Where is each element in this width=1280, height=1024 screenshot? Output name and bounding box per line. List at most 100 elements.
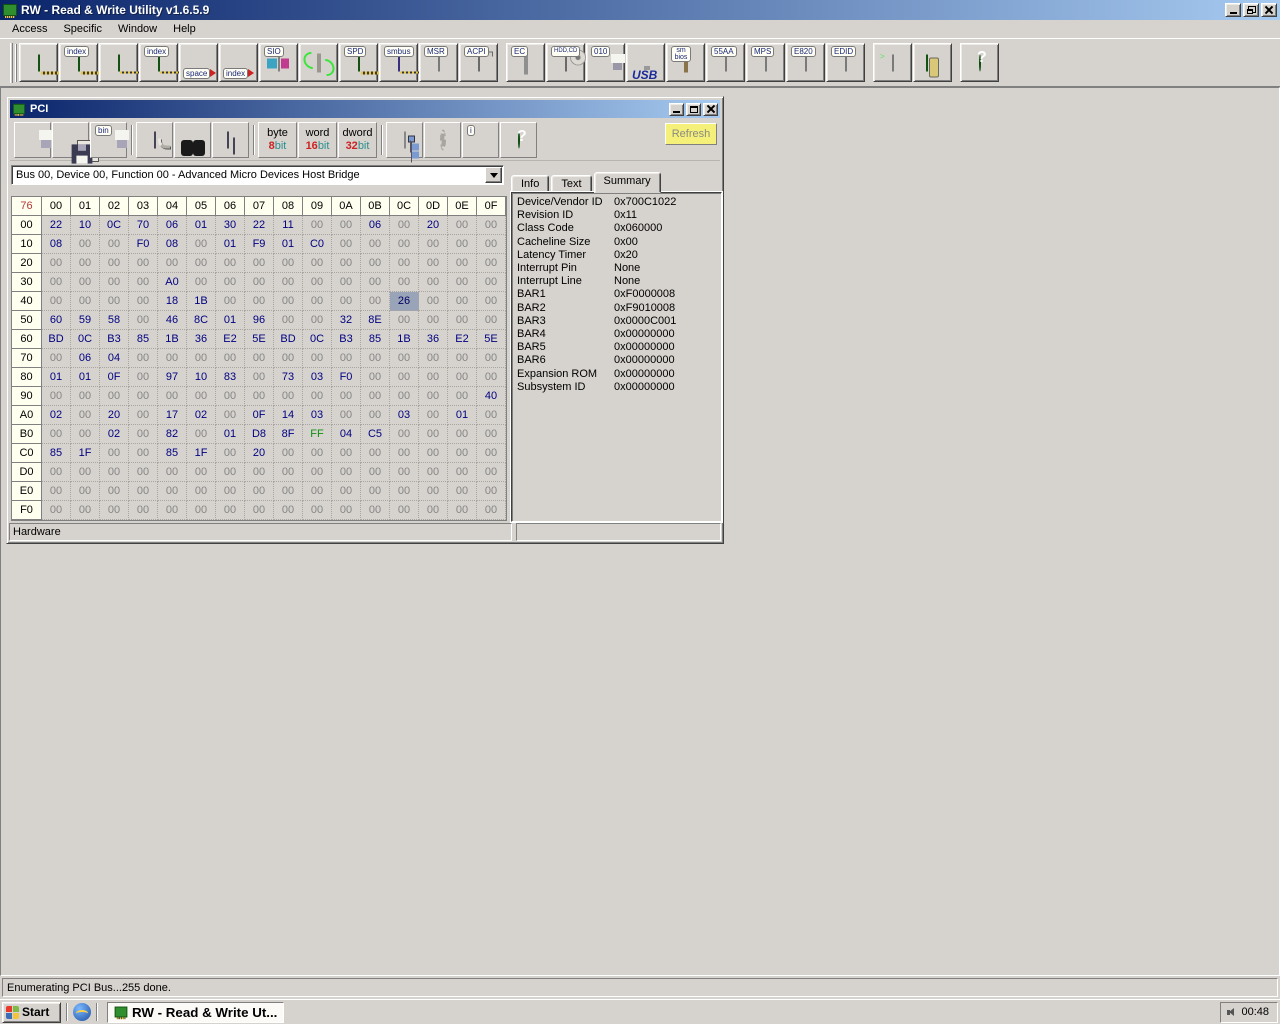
hex-cell-D0-05[interactable]: 00 [187,463,216,482]
hex-cell-A0-0A[interactable]: 00 [332,406,361,425]
hex-cell-80-08[interactable]: 73 [274,368,303,387]
ec-button[interactable]: EC [506,43,545,82]
refresh-button[interactable]: Refresh [665,123,717,145]
hex-cell-70-09[interactable]: 00 [303,349,332,368]
hex-cell-B0-08[interactable]: 8F [274,425,303,444]
hex-cell-C0-05[interactable]: 1F [187,444,216,463]
hex-cell-10-0C[interactable]: 00 [390,235,419,254]
device-selector-dropdown-button[interactable] [485,167,502,183]
hex-cell-10-01[interactable]: 00 [71,235,100,254]
hex-cell-60-0B[interactable]: 85 [361,330,390,349]
hex-cell-C0-09[interactable]: 00 [303,444,332,463]
hex-cell-40-0F[interactable]: 00 [477,292,506,311]
find-button[interactable] [174,121,211,158]
hex-cell-E0-01[interactable]: 00 [71,482,100,501]
hex-cell-80-0C[interactable]: 00 [390,368,419,387]
hex-cell-50-0E[interactable]: 00 [448,311,477,330]
hex-cell-80-0E[interactable]: 00 [448,368,477,387]
msr-button[interactable]: MSR [419,43,458,82]
hex-cell-D0-0E[interactable]: 00 [448,463,477,482]
hex-cell-B0-09[interactable]: FF [303,425,332,444]
hex-cell-40-03[interactable]: 00 [129,292,158,311]
hex-cell-B0-07[interactable]: D8 [245,425,274,444]
hex-cell-80-0D[interactable]: 00 [419,368,448,387]
55aa-button[interactable]: 55AA [706,43,745,82]
hex-cell-10-0F[interactable]: 00 [477,235,506,254]
hex-cell-A0-07[interactable]: 0F [245,406,274,425]
hex-cell-00-05[interactable]: 01 [187,216,216,235]
hex-cell-A0-05[interactable]: 02 [187,406,216,425]
hex-cell-30-0E[interactable]: 00 [448,273,477,292]
hex-cell-D0-01[interactable]: 00 [71,463,100,482]
hex-cell-70-0B[interactable]: 00 [361,349,390,368]
hex-cell-40-0A[interactable]: 00 [332,292,361,311]
hex-cell-50-06[interactable]: 01 [216,311,245,330]
hex-cell-20-0A[interactable]: 00 [332,254,361,273]
hex-cell-90-0C[interactable]: 00 [390,387,419,406]
hex-cell-10-05[interactable]: 00 [187,235,216,254]
hex-cell-00-04[interactable]: 06 [158,216,187,235]
pci-titlebar[interactable]: PCI [10,100,720,118]
hex-cell-A0-01[interactable]: 00 [71,406,100,425]
hex-cell-50-0D[interactable]: 00 [419,311,448,330]
hex-cell-00-07[interactable]: 22 [245,216,274,235]
hex-cell-F0-05[interactable]: 00 [187,501,216,520]
hex-cell-E0-0E[interactable]: 00 [448,482,477,501]
hex-cell-A0-0D[interactable]: 00 [419,406,448,425]
hex-cell-10-02[interactable]: 00 [100,235,129,254]
hex-cell-A0-03[interactable]: 00 [129,406,158,425]
hex-cell-90-02[interactable]: 00 [100,387,129,406]
pci-index-button[interactable]: index [59,43,98,82]
hex-cell-10-06[interactable]: 01 [216,235,245,254]
hex-cell-60-01[interactable]: 0C [71,330,100,349]
hex-cell-70-03[interactable]: 00 [129,349,158,368]
hex-cell-D0-0B[interactable]: 00 [361,463,390,482]
hex-cell-B0-0F[interactable]: 00 [477,425,506,444]
hex-cell-B0-0D[interactable]: 00 [419,425,448,444]
hex-cell-D0-00[interactable]: 00 [42,463,71,482]
hex-cell-D0-06[interactable]: 00 [216,463,245,482]
hex-cell-70-0F[interactable]: 00 [477,349,506,368]
hex-cell-90-01[interactable]: 00 [71,387,100,406]
hex-cell-B0-0A[interactable]: 04 [332,425,361,444]
word-mode-button[interactable]: word 16bit [298,121,337,158]
hex-cell-60-05[interactable]: 36 [187,330,216,349]
tree-view-button[interactable] [386,121,423,158]
hex-cell-00-0B[interactable]: 06 [361,216,390,235]
save-all-button[interactable] [52,121,92,164]
hex-cell-20-00[interactable]: 00 [42,254,71,273]
hex-cell-30-09[interactable]: 00 [303,273,332,292]
hex-cell-00-0F[interactable]: 00 [477,216,506,235]
hex-cell-40-0D[interactable]: 00 [419,292,448,311]
hex-cell-60-06[interactable]: E2 [216,330,245,349]
hex-cell-00-0A[interactable]: 00 [332,216,361,235]
hex-cell-30-0F[interactable]: 00 [477,273,506,292]
hex-cell-C0-0C[interactable]: 00 [390,444,419,463]
hex-cell-90-0E[interactable]: 00 [448,387,477,406]
hex-cell-F0-00[interactable]: 00 [42,501,71,520]
hex-cell-F0-09[interactable]: 00 [303,501,332,520]
hex-cell-20-0B[interactable]: 00 [361,254,390,273]
device-selector[interactable]: Bus 00, Device 00, Function 00 - Advance… [11,165,504,185]
settings-button[interactable] [424,121,461,158]
clock-gen-button[interactable] [299,43,338,82]
hex-cell-60-07[interactable]: 5E [245,330,274,349]
hex-cell-50-0A[interactable]: 32 [332,311,361,330]
hex-cell-50-01[interactable]: 59 [71,311,100,330]
hex-cell-90-0A[interactable]: 00 [332,387,361,406]
hex-cell-20-0C[interactable]: 00 [390,254,419,273]
hex-cell-C0-07[interactable]: 20 [245,444,274,463]
hex-cell-40-04[interactable]: 18 [158,292,187,311]
hex-cell-10-0B[interactable]: 00 [361,235,390,254]
hex-cell-20-07[interactable]: 00 [245,254,274,273]
hex-cell-80-00[interactable]: 01 [42,368,71,387]
hex-cell-D0-09[interactable]: 00 [303,463,332,482]
hex-cell-60-0C[interactable]: 1B [390,330,419,349]
hex-cell-40-07[interactable]: 00 [245,292,274,311]
hex-cell-B0-0B[interactable]: C5 [361,425,390,444]
memory-index-button[interactable]: index [139,43,178,82]
hex-cell-30-01[interactable]: 00 [71,273,100,292]
close-button[interactable] [1261,3,1277,17]
hex-cell-20-09[interactable]: 00 [303,254,332,273]
hex-cell-20-04[interactable]: 00 [158,254,187,273]
